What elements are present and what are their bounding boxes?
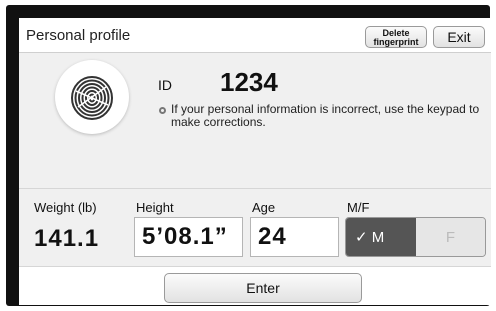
weight-label: Weight (lb) — [34, 200, 97, 215]
age-field[interactable]: 24 — [250, 217, 339, 257]
info-bullet-icon — [159, 107, 166, 114]
page-title: Personal profile — [26, 27, 131, 44]
footer-bar: Enter — [19, 266, 491, 305]
female-option[interactable]: F — [416, 218, 485, 256]
sex-toggle[interactable]: ✓ M F — [345, 217, 486, 257]
male-option[interactable]: ✓ M — [346, 218, 416, 256]
age-label: Age — [252, 200, 276, 215]
screen: Personal profile Delete fingerprint Exit… — [19, 18, 491, 305]
enter-button[interactable]: Enter — [164, 273, 362, 303]
weight-value: 141.1 — [34, 225, 100, 252]
info-message: If your personal information is incorrec… — [171, 102, 480, 129]
height-label: Height — [136, 200, 174, 215]
section-divider — [19, 188, 491, 189]
exit-button[interactable]: Exit — [433, 26, 485, 48]
fingerprint-icon — [55, 60, 129, 134]
id-label: ID — [158, 77, 172, 93]
device-frame: Personal profile Delete fingerprint Exit… — [6, 5, 491, 306]
delete-fingerprint-button[interactable]: Delete fingerprint — [365, 26, 427, 48]
height-field[interactable]: 5’08.1” — [134, 217, 243, 257]
sex-label: M/F — [347, 200, 370, 215]
id-value: 1234 — [220, 67, 278, 97]
header-bar: Personal profile Delete fingerprint Exit — [19, 18, 491, 53]
